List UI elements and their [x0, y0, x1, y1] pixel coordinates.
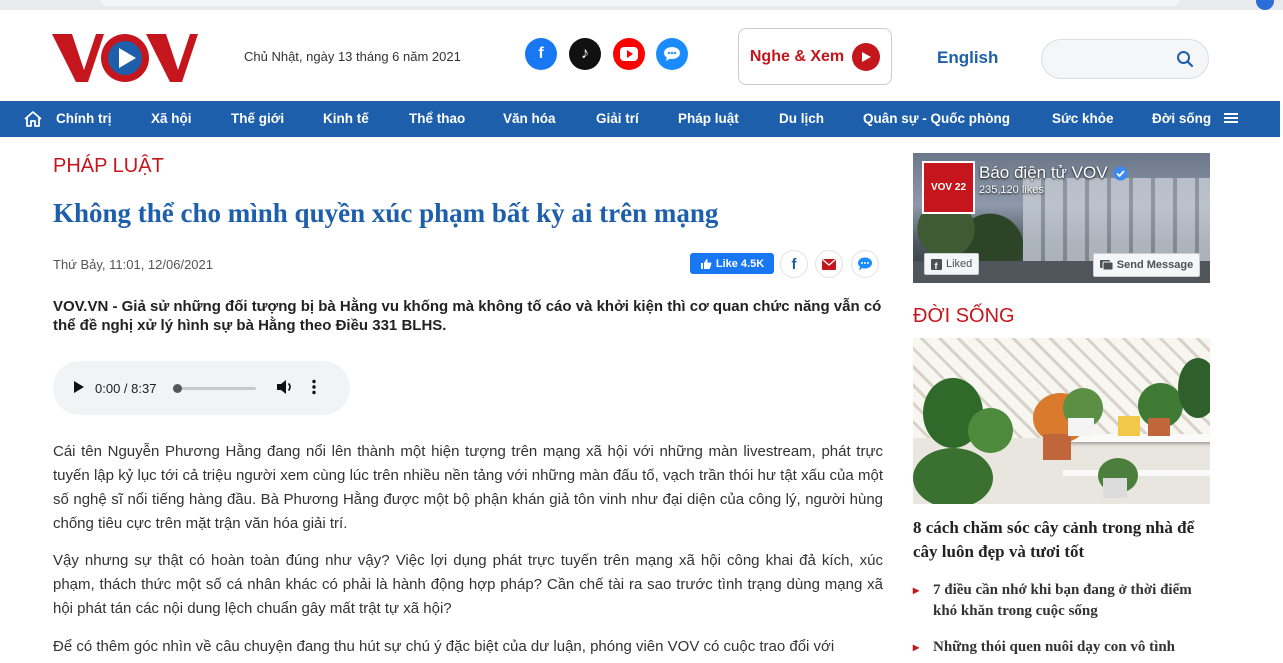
email-share-icon[interactable] — [815, 250, 843, 278]
article-paragraph: Để có thêm góc nhìn về câu chuyện đang t… — [53, 638, 835, 655]
nghe-xem-label: Nghe & Xem — [749, 47, 845, 65]
bullet-icon: ▸ — [913, 583, 920, 597]
facebook-share-icon[interactable]: f — [780, 250, 808, 278]
article-timestamp: Thứ Bảy, 11:01, 12/06/2021 — [53, 257, 213, 272]
list-item-title: 7 điều cần nhớ khi bạn đang ở thời điểm … — [933, 582, 1192, 619]
audio-time: 0:00 / 8:37 — [95, 380, 157, 396]
image-pot — [1068, 418, 1094, 436]
play-button[interactable] — [73, 380, 85, 397]
list-item[interactable]: ▸ 7 điều cần nhớ khi bạn đang ở thời điể… — [913, 580, 1210, 622]
vov-logo[interactable] — [52, 32, 198, 84]
image-pot — [1118, 416, 1140, 436]
menu-icon[interactable] — [1223, 110, 1239, 131]
facebook-page-likes: 235,120 likes — [979, 184, 1044, 196]
main-nav: Chính trị Xã hội Thế giới Kinh tế Thể th… — [0, 101, 1280, 137]
zalo-share-icon[interactable] — [851, 250, 879, 278]
zalo-icon[interactable] — [656, 38, 688, 70]
facebook-page-name-text: Báo điện tử VOV — [979, 163, 1108, 182]
feature-article-title[interactable]: 8 cách chăm sóc cây cảnh trong nhà để câ… — [913, 516, 1210, 564]
current-date: Chủ Nhật, ngày 13 tháng 6 năm 2021 — [244, 49, 461, 64]
english-link[interactable]: English — [937, 48, 998, 68]
nav-item-doi-song[interactable]: Đời sống — [1152, 111, 1211, 126]
nav-item-giai-tri[interactable]: Giải trí — [596, 111, 639, 126]
image-plant — [913, 448, 993, 504]
image-pot — [1043, 434, 1071, 460]
bullet-icon: ▸ — [913, 640, 920, 654]
play-icon — [852, 42, 881, 71]
search-box — [1041, 39, 1209, 79]
sidebar-category[interactable]: ĐỜI SỐNG — [913, 305, 1015, 328]
facebook-page-name[interactable]: Báo điện tử VOV — [979, 163, 1128, 183]
volume-icon[interactable] — [276, 379, 294, 398]
facebook-icon[interactable]: f — [525, 38, 557, 70]
nav-item-the-thao[interactable]: Thể thao — [409, 111, 465, 126]
article-summary: VOV.VN - Giả sử những đối tượng bị bà Hằ… — [53, 298, 882, 334]
youtube-icon[interactable] — [613, 38, 645, 70]
image-plant — [968, 408, 1013, 453]
nav-item-phap-luat[interactable]: Pháp luật — [678, 111, 739, 126]
nav-item-kinh-te[interactable]: Kinh tế — [323, 111, 369, 126]
facebook-small-icon: f — [931, 258, 942, 270]
article-paragraph: Vậy nhưng sự thật có hoàn toàn đúng như … — [53, 552, 883, 617]
article-category[interactable]: PHÁP LUẬT — [53, 155, 164, 178]
facebook-like-button[interactable]: Like 4.5K — [690, 253, 774, 274]
nav-item-quan-su-quoc-phong[interactable]: Quân sự - Quốc phòng — [863, 111, 1010, 126]
nav-item-van-hoa[interactable]: Văn hóa — [503, 111, 556, 126]
site-header: Chủ Nhật, ngày 13 tháng 6 năm 2021 f ♪ N… — [0, 10, 1283, 101]
facebook-liked-label: Liked — [946, 258, 973, 270]
image-pot — [1148, 418, 1170, 436]
audio-player: 0:00 / 8:37 — [53, 361, 350, 415]
nav-item-chinh-tri[interactable]: Chính trị — [56, 111, 112, 126]
nav-item-xa-hoi[interactable]: Xã hội — [151, 111, 192, 126]
nghe-xem-button[interactable]: Nghe & Xem — [738, 28, 892, 85]
feature-article-image[interactable] — [913, 338, 1210, 504]
nav-item-the-gioi[interactable]: Thế giới — [231, 111, 284, 126]
send-message-button[interactable]: Send Message — [1093, 253, 1200, 277]
facebook-like-label: Like 4.5K — [715, 257, 765, 270]
facebook-page-widget[interactable]: VOV 22 Báo điện tử VOV 235,120 likes f L… — [913, 153, 1210, 283]
audio-seek-slider[interactable] — [173, 383, 257, 393]
search-input[interactable] — [1056, 40, 1176, 76]
nav-item-suc-khoe[interactable]: Sức khỏe — [1052, 111, 1114, 126]
send-message-label: Send Message — [1116, 259, 1194, 271]
thumbs-up-icon — [700, 258, 712, 269]
cover-building — [1023, 178, 1210, 263]
facebook-page-avatar[interactable]: VOV 22 — [922, 161, 975, 214]
image-plant — [1178, 358, 1210, 418]
verified-badge-icon — [1113, 166, 1128, 180]
list-item-title: Những thói quen nuôi dạy con vô tình — [933, 639, 1175, 655]
browser-profile-avatar[interactable] — [1256, 0, 1274, 10]
browser-toolbar — [0, 0, 1283, 10]
home-icon[interactable] — [23, 110, 43, 133]
tiktok-icon[interactable]: ♪ — [569, 38, 601, 70]
address-bar[interactable] — [100, 0, 1180, 6]
article-title: Không thể cho mình quyền xúc phạm bất kỳ… — [53, 198, 719, 228]
search-icon[interactable] — [1176, 50, 1194, 73]
audio-seek-handle[interactable] — [173, 383, 183, 393]
nav-item-du-lich[interactable]: Du lịch — [779, 111, 824, 126]
article-paragraph: Cái tên Nguyễn Phương Hằng đang nổi lên … — [53, 443, 883, 532]
facebook-liked-button[interactable]: f Liked — [924, 253, 980, 275]
image-pot — [1103, 478, 1127, 498]
messenger-icon — [1099, 260, 1113, 271]
list-item[interactable]: ▸ Những thói quen nuôi dạy con vô tình — [913, 637, 1210, 658]
more-options-icon[interactable] — [312, 379, 317, 398]
